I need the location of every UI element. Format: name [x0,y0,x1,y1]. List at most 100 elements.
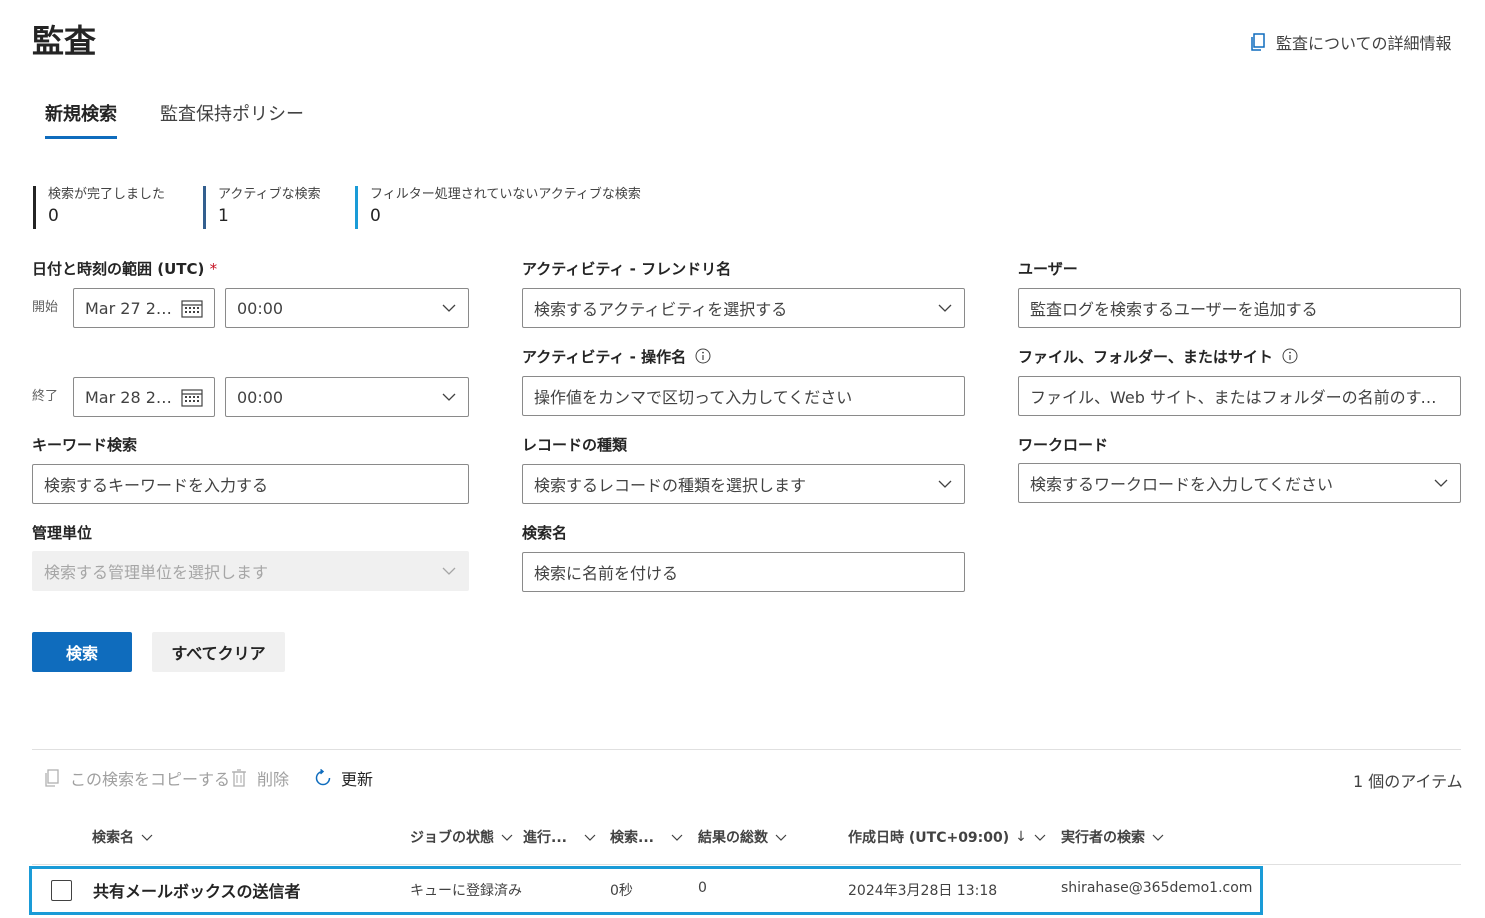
stat-unfiltered-active: フィルター処理されていないアクティブな検索 0 [355,186,641,229]
copy-search-button[interactable]: この検索をコピーする [42,766,230,790]
admin-unit-placeholder: 検索する管理単位を選択します [44,563,269,582]
row-search-time: 0秒 [610,883,633,899]
column-label: 検索... [610,830,654,846]
column-header-total-results[interactable]: 結果の総数 [698,827,788,847]
trash-icon [232,769,246,787]
row-created: 2024年3月28日 13:18 [848,883,998,899]
refresh-button[interactable]: 更新 [313,766,373,790]
stat-unfiltered-label: フィルター処理されていないアクティブな検索 [370,187,641,202]
item-count: 1 個のアイテム [1353,772,1463,791]
keyword-input[interactable]: 検索するキーワードを入力する [32,464,469,504]
search-button[interactable]: 検索 [32,632,132,672]
activity-operation-label-text: アクティビティ - 操作名 [522,348,687,366]
chevron-down-icon [671,834,683,841]
activity-friendly-select[interactable]: 検索するアクティビティを選択する [522,288,965,328]
date-range-label: 日付と時刻の範囲 (UTC) * [32,258,217,279]
date-range-label-text: 日付と時刻の範囲 (UTC) [32,260,205,278]
page-title: 監査 [32,22,97,60]
column-header-search-name[interactable]: 検索名 [92,827,154,847]
stat-active-value: 1 [218,206,229,226]
copy-icon [45,769,59,787]
sort-arrow-icon: ↓ [1015,829,1027,845]
chevron-down-icon [442,304,456,312]
chevron-down-icon [1034,834,1046,841]
start-time-select[interactable]: 00:00 [225,288,469,328]
required-marker: * [209,260,218,278]
chevron-down-icon [501,834,513,841]
stat-unfiltered-value: 0 [370,206,381,226]
clear-all-button[interactable]: すべてクリア [152,632,285,672]
copy-search-label: この検索をコピーする [70,770,231,789]
column-label: 検索名 [92,830,134,846]
column-label: 進行... [523,830,567,846]
learn-more-link[interactable]: 監査についての詳細情報 [1248,30,1452,54]
row-total-results: 0 [698,880,707,896]
column-header-progress[interactable]: 進行... [523,827,597,847]
column-header-created[interactable]: 作成日時 (UTC+09:00) ↓ [848,827,1047,847]
chevron-down-icon [938,304,952,312]
activity-operation-input[interactable]: 操作値をカンマで区切って入力してください [522,376,965,416]
column-label: 実行者の検索 [1061,830,1145,846]
delete-button[interactable]: 削除 [229,766,289,790]
column-label: ジョブの状態 [410,830,494,846]
info-icon[interactable] [1282,348,1298,364]
file-folder-site-input[interactable]: ファイル、Web サイト、またはフォルダーの名前のすべてまたは一部を入力してくだ… [1018,376,1461,416]
tab-new-search[interactable]: 新規検索 [45,100,117,139]
info-icon[interactable] [695,348,711,364]
column-label: 結果の総数 [698,830,768,846]
column-header-run-by[interactable]: 実行者の検索 [1061,827,1165,847]
chevron-down-icon [1434,479,1448,487]
tab-audit-retention-policy[interactable]: 監査保持ポリシー [160,100,304,136]
start-time-value: 00:00 [237,298,284,318]
keyword-placeholder: 検索するキーワードを入力する [44,476,269,495]
chevron-down-icon [775,834,787,841]
file-folder-site-label: ファイル、フォルダー、またはサイト [1018,346,1298,367]
record-type-select[interactable]: 検索するレコードの種類を選択します [522,464,965,504]
record-type-placeholder: 検索するレコードの種類を選択します [534,476,807,495]
column-header-search-time[interactable]: 検索... [610,827,684,847]
activity-friendly-placeholder: 検索するアクティビティを選択する [534,300,788,319]
admin-unit-select: 検索する管理単位を選択します [32,551,469,591]
learn-more-label: 監査についての詳細情報 [1276,34,1452,53]
row-job-status: キューに登録済み [410,883,522,899]
chevron-down-icon [1152,834,1164,841]
activity-operation-placeholder: 操作値をカンマで区切って入力してください [534,388,853,407]
delete-label: 削除 [257,770,290,789]
calendar-icon[interactable] [181,298,203,318]
stat-completed: 検索が完了しました 0 [33,186,165,229]
chevron-down-icon [938,480,952,488]
start-date-input[interactable]: Mar 27 2024 [73,288,215,328]
stat-active-label: アクティブな検索 [218,187,321,202]
chevron-down-icon [141,834,153,841]
search-name-label: 検索名 [522,524,568,542]
table-header-divider [32,864,1461,865]
user-input[interactable]: 監査ログを検索するユーザーを追加する [1018,288,1461,328]
row-search-name[interactable]: 共有メールボックスの送信者 [93,878,301,902]
workload-label: ワークロード [1018,436,1109,454]
search-name-input[interactable]: 検索に名前を付ける [522,552,965,592]
chevron-down-icon [442,393,456,401]
end-time-value: 00:00 [237,387,284,407]
activity-operation-label: アクティビティ - 操作名 [522,346,711,367]
admin-unit-label: 管理単位 [32,524,93,542]
start-date-value: Mar 27 2024 [85,298,181,318]
end-date-input[interactable]: Mar 28 2024 [73,377,215,417]
chevron-down-icon [584,834,596,841]
row-checkbox[interactable] [51,880,72,901]
user-placeholder: 監査ログを検索するユーザーを追加する [1030,300,1318,319]
end-date-value: Mar 28 2024 [85,387,181,407]
calendar-icon[interactable] [181,387,203,407]
stat-completed-label: 検索が完了しました [48,187,166,202]
workload-select[interactable]: 検索するワークロードを入力してください [1018,463,1461,503]
column-header-job-status[interactable]: ジョブの状態 [410,827,514,847]
document-copy-icon [1251,33,1265,51]
record-type-label: レコードの種類 [522,436,628,454]
end-time-select[interactable]: 00:00 [225,377,469,417]
refresh-icon [315,768,331,786]
keyword-label: キーワード検索 [32,436,138,454]
end-label: 終了 [32,389,59,404]
start-label: 開始 [32,300,59,315]
row-run-by: shirahase@365demo1.com [1061,880,1253,896]
file-folder-site-placeholder: ファイル、Web サイト、またはフォルダーの名前のすべてまたは一部を入力してくだ… [1030,388,1449,407]
stat-active: アクティブな検索 1 [203,186,321,229]
